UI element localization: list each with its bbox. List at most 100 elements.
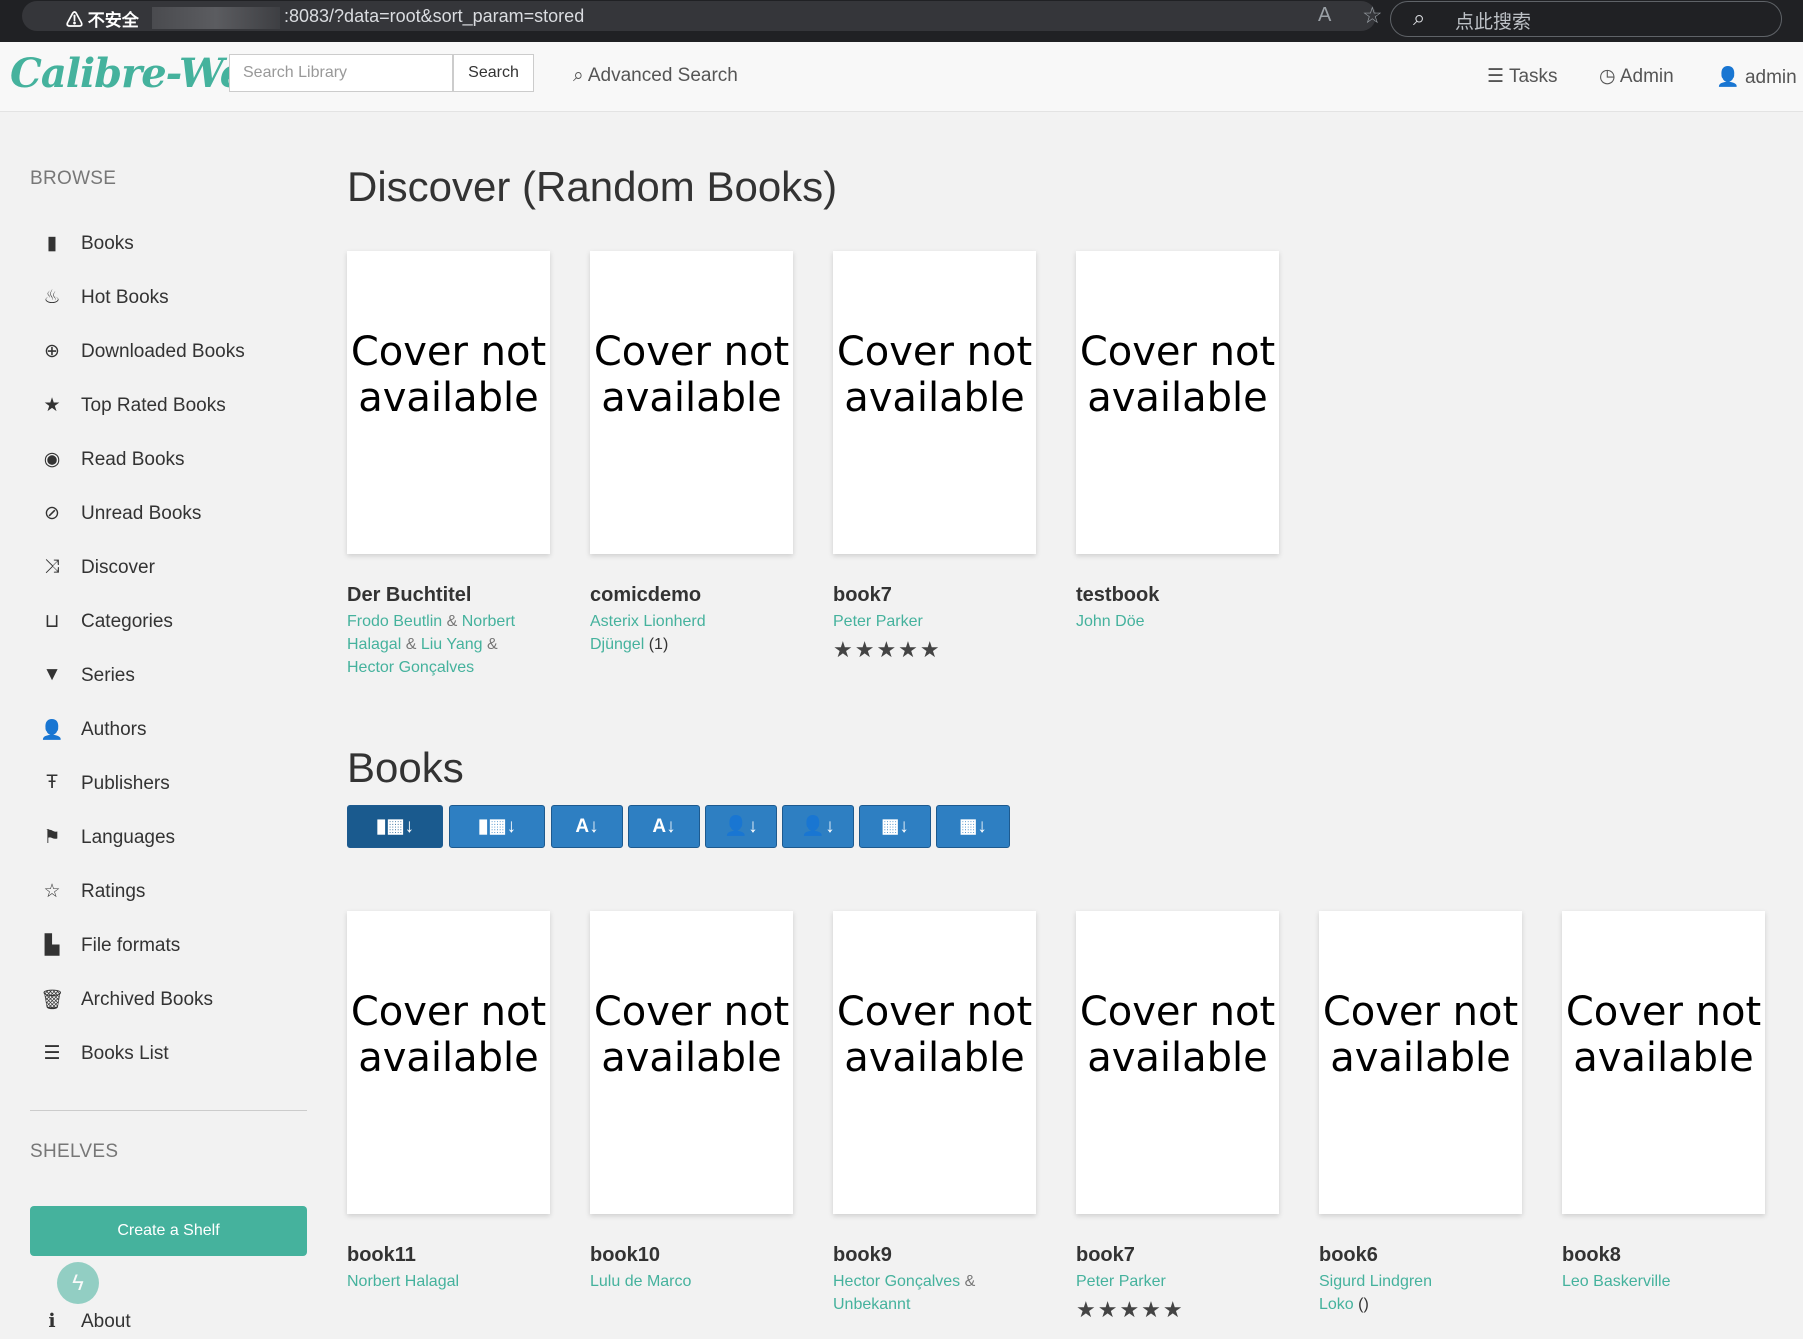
inbox-icon: ⊔ <box>44 611 60 632</box>
url-text[interactable]: :8083/?data=root&sort_param=stored <box>284 6 584 27</box>
blurred-host <box>152 7 280 29</box>
file-icon: ▙ <box>44 935 60 956</box>
book-title[interactable]: book7 <box>1076 1244 1135 1267</box>
flag-icon: ⚑ <box>43 827 61 848</box>
eye-slash-icon: ⊘ <box>44 503 60 524</box>
author-link[interactable]: Norbert Halagal <box>347 1273 459 1290</box>
sidebar: BROWSE ▮ Books ♨ Hot Books ⊕ Downloaded Boo… <box>0 111 330 1339</box>
sort-title-desc-button[interactable]: A↓ <box>628 805 700 848</box>
sort-newest-button[interactable]: ▮▦↓ <box>347 805 443 848</box>
author-link[interactable]: Peter Parker <box>1076 1273 1166 1290</box>
author-link[interactable]: Frodo Beutlin <box>347 613 442 630</box>
book-cover[interactable]: Cover not available <box>1076 911 1279 1214</box>
book-authors: Leo Baskerville <box>1562 1270 1762 1293</box>
sort-author-desc-button[interactable]: 👤↓ <box>782 805 854 848</box>
discover-heading: Discover (Random Books) <box>347 163 838 210</box>
author-link[interactable]: Leo Baskerville <box>1562 1273 1671 1290</box>
trash-icon: 🗑 <box>40 990 65 1011</box>
author-link[interactable]: Halagal <box>347 636 401 653</box>
book-title[interactable]: testbook <box>1076 584 1159 607</box>
author-link[interactable]: Djüngel <box>590 636 644 653</box>
search-input[interactable]: Search Library <box>229 54 453 92</box>
lightning-icon[interactable]: ϟ <box>57 1262 99 1304</box>
sidebar-item-label: Ratings <box>81 881 146 902</box>
sidebar-item-label: Read Books <box>81 449 185 470</box>
book-cover[interactable]: Cover not available <box>590 251 793 554</box>
sidebar-item-label: Books List <box>81 1043 169 1064</box>
book-cover[interactable]: Cover not available <box>833 251 1036 554</box>
admin-label: Admin <box>1619 66 1674 87</box>
user-link[interactable]: 👤 admin <box>1716 65 1797 89</box>
star-empty-icon: ☆ <box>43 881 61 902</box>
author-link[interactable]: Sigurd Lindgren <box>1319 1273 1432 1290</box>
book-authors: Lulu de Marco <box>590 1270 790 1293</box>
book-cover[interactable]: Cover not available <box>833 911 1036 1214</box>
book-cover[interactable]: Cover not available <box>590 911 793 1214</box>
author-link[interactable]: Peter Parker <box>833 613 923 630</box>
bookmark-icon: ▼ <box>42 664 62 685</box>
sidebar-item-label: Unread Books <box>81 503 202 524</box>
sort-author-asc-button[interactable]: 👤↓ <box>705 805 777 848</box>
favorite-star-icon[interactable]: ☆ <box>1362 2 1383 29</box>
advanced-search-link[interactable]: ⌕ Advanced Search <box>573 65 738 87</box>
sort-pubdate-desc-button[interactable]: ▦↓ <box>936 805 1010 848</box>
author-link[interactable]: Lulu de Marco <box>590 1273 691 1290</box>
author-link[interactable]: Hector Gonçalves <box>833 1273 960 1290</box>
address-bar[interactable]: ⚠ 不安全 :8083/?data=root&sort_param=stored… <box>22 1 1383 31</box>
book-title[interactable]: book8 <box>1562 1244 1621 1267</box>
book-cover[interactable]: Cover not available <box>1319 911 1522 1214</box>
sidebar-item-label: Top Rated Books <box>81 395 226 416</box>
tasks-label: Tasks <box>1508 66 1558 87</box>
cover-placeholder-text: Cover not available <box>836 329 1033 421</box>
user-label: admin <box>1744 67 1797 88</box>
cover-placeholder-text: Cover not available <box>1079 329 1276 421</box>
browser-chrome: ⚠ 不安全 :8083/?data=root&sort_param=stored… <box>0 0 1803 42</box>
book-cover[interactable]: Cover not available <box>1076 251 1279 554</box>
rating-stars: ★★★★★ <box>833 637 942 662</box>
book-title[interactable]: book9 <box>833 1244 892 1267</box>
book-cover[interactable]: Cover not available <box>1562 911 1765 1214</box>
book-cover[interactable]: Cover not available <box>347 251 550 554</box>
author-link[interactable]: Liu Yang <box>421 636 483 653</box>
rating-stars: ★★★★★ <box>1076 1297 1185 1322</box>
sidebar-item-label: Discover <box>81 557 155 578</box>
shuffle-icon: ⤨ <box>44 556 60 577</box>
browser-search-box[interactable]: ⌕ 点此搜索 <box>1390 1 1782 37</box>
search-button[interactable]: Search <box>453 54 534 92</box>
sidebar-item-label: About <box>81 1311 131 1332</box>
sidebar-item-label: Publishers <box>81 773 170 794</box>
author-link[interactable]: John Döe <box>1076 613 1145 630</box>
security-warning[interactable]: ⚠ 不安全 <box>66 6 139 31</box>
book-title[interactable]: Der Buchtitel <box>347 584 471 607</box>
book-cover[interactable]: Cover not available <box>347 911 550 1214</box>
author-separator: & <box>964 1273 976 1290</box>
author-link[interactable]: Norbert <box>462 613 515 630</box>
author-link[interactable]: Hector Gonçalves <box>347 659 474 676</box>
cover-placeholder-text: Cover not available <box>350 989 547 1081</box>
sidebar-item-label: Hot Books <box>81 287 169 308</box>
sort-oldest-button[interactable]: ▮▦↓ <box>449 805 545 848</box>
sort-title-asc-button[interactable]: A↓ <box>551 805 623 848</box>
book-title[interactable]: comicdemo <box>590 584 701 607</box>
read-aloud-icon[interactable]: A <box>1318 4 1331 27</box>
tasks-link[interactable]: ☰ Tasks <box>1487 65 1558 88</box>
author-link[interactable]: Unbekannt <box>833 1296 910 1313</box>
series-link[interactable]: Loko <box>1319 1296 1354 1313</box>
navbar: Calibre-Web Search Library Search ⌕ Adva… <box>0 42 1803 112</box>
admin-link[interactable]: ◷ Admin <box>1599 65 1674 88</box>
book-authors: Frodo Beutlin & Norbert Halagal & Liu Ya… <box>347 610 547 679</box>
shelves-heading: SHELVES <box>30 1141 119 1162</box>
cover-placeholder-text: Cover not available <box>836 989 1033 1081</box>
book-title[interactable]: book11 <box>347 1244 416 1267</box>
sort-pubdate-asc-button[interactable]: ▦↓ <box>859 805 931 848</box>
author-link[interactable]: Asterix Lionherd <box>590 613 706 630</box>
sidebar-item-label: Languages <box>81 827 176 848</box>
download-icon: ⊕ <box>44 341 60 362</box>
tasks-icon: ☰ <box>1487 66 1505 87</box>
create-shelf-button[interactable]: Create a Shelf <box>30 1206 307 1256</box>
book-title[interactable]: book6 <box>1319 1244 1378 1267</box>
book-title[interactable]: book7 <box>833 584 892 607</box>
series-index: (1) <box>648 636 669 653</box>
book-title[interactable]: book10 <box>590 1244 660 1267</box>
dashboard-icon: ◷ <box>1599 66 1616 87</box>
